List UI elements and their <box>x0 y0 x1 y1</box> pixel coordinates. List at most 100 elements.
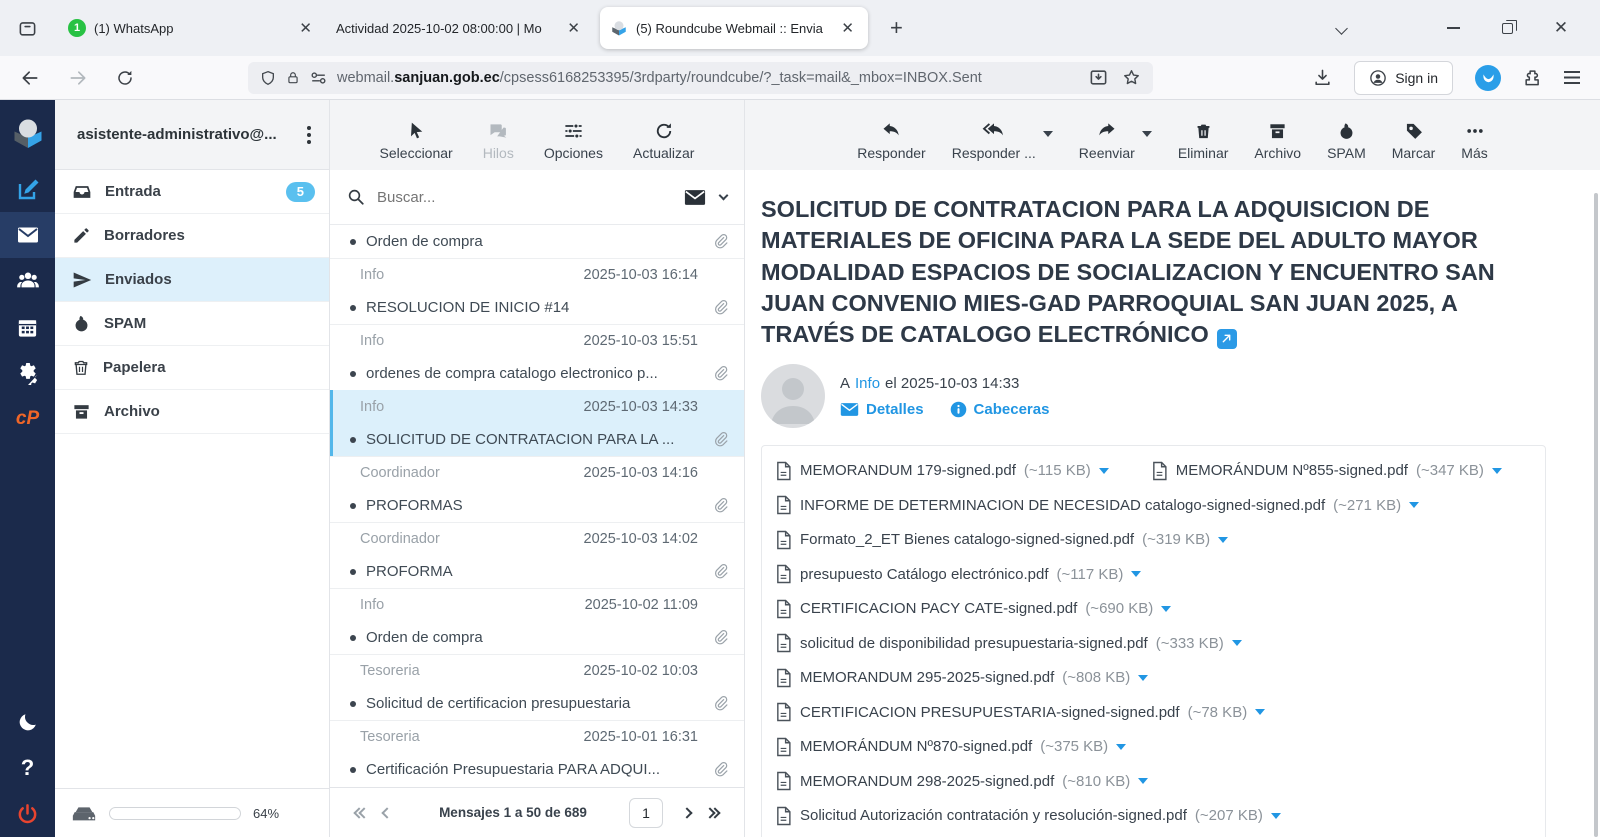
delete-button[interactable]: Eliminar <box>1178 121 1229 161</box>
folder-archivo[interactable]: Archivo <box>55 390 329 434</box>
threads-button[interactable]: Hilos <box>483 121 514 161</box>
url-bar[interactable]: webmail.sanjuan.gob.ec/cpsess6168253395/… <box>248 62 1153 94</box>
lock-icon[interactable] <box>286 70 300 86</box>
reply-button[interactable]: Responder <box>857 121 926 161</box>
recipient-link[interactable]: Info <box>855 375 880 392</box>
attachment-item[interactable]: solicitud de disponibilidad presupuestar… <box>775 626 1242 661</box>
bookmark-star-icon[interactable] <box>1122 68 1141 87</box>
attachment-item[interactable]: MEMORÁNDUM Nº870-signed.pdf(~375 KB) <box>775 729 1126 764</box>
next-page-icon[interactable] <box>686 809 691 817</box>
forward-button[interactable]: Reenviar <box>1079 121 1135 161</box>
shield-icon[interactable] <box>260 70 276 86</box>
refresh-button[interactable]: Actualizar <box>633 121 694 161</box>
message-row[interactable]: Info2025-10-02 11:09 Orden de compra <box>330 588 744 654</box>
attachment-menu-icon[interactable] <box>1138 778 1148 784</box>
extensions-icon[interactable] <box>1523 68 1542 87</box>
search-options-chevron-icon[interactable] <box>719 191 729 201</box>
save-page-icon[interactable] <box>1089 68 1108 87</box>
scrollbar[interactable] <box>1594 193 1598 837</box>
message-row[interactable]: Coordinador2025-10-03 14:16 PROFORMAS <box>330 456 744 522</box>
nav-contacts[interactable] <box>0 258 55 304</box>
url-text[interactable]: webmail.sanjuan.gob.ec/cpsess6168253395/… <box>337 70 982 86</box>
message-row[interactable]: Tesoreria2025-10-02 10:03 Solicitud de c… <box>330 654 744 720</box>
attachment-item[interactable]: CERTIFICACION PACY CATE-signed.pdf(~690 … <box>775 591 1171 626</box>
close-tab-icon[interactable]: ✕ <box>563 19 584 37</box>
close-tab-icon[interactable]: ✕ <box>295 19 316 37</box>
folder-borradores[interactable]: Borradores <box>55 214 329 258</box>
mark-button[interactable]: Marcar <box>1392 121 1436 161</box>
nav-settings[interactable] <box>0 350 55 396</box>
folder-entrada[interactable]: Entrada 5 <box>55 170 329 214</box>
close-tab-icon[interactable]: ✕ <box>837 19 858 37</box>
attachment-item[interactable]: presupuesto Catálogo electrónico.pdf(~11… <box>775 557 1141 592</box>
attachment-item[interactable]: MEMORANDUM 179-signed.pdf(~115 KB) <box>775 453 1109 488</box>
compose-button[interactable] <box>0 166 55 212</box>
folder-enviados[interactable]: Enviados <box>55 258 329 302</box>
attachment-menu-icon[interactable] <box>1099 468 1109 474</box>
last-page-icon[interactable] <box>709 809 719 817</box>
restore-window-button[interactable] <box>1490 13 1524 43</box>
dark-mode-icon[interactable] <box>0 699 55 745</box>
message-row-selected[interactable]: Info2025-10-03 14:33 SOLICITUD DE CONTRA… <box>330 390 744 456</box>
nav-calendar[interactable] <box>0 304 55 350</box>
search-bar[interactable] <box>330 170 744 225</box>
search-input[interactable] <box>377 189 672 206</box>
attachment-menu-icon[interactable] <box>1138 675 1148 681</box>
downloads-icon[interactable] <box>1313 68 1332 87</box>
list-all-tabs-icon[interactable] <box>1335 22 1348 35</box>
archive-button[interactable]: Archivo <box>1254 121 1301 161</box>
attachment-menu-icon[interactable] <box>1218 537 1228 543</box>
page-number-input[interactable]: 1 <box>629 798 663 828</box>
headers-link[interactable]: Cabeceras <box>950 401 1050 418</box>
first-page-icon[interactable] <box>355 809 365 817</box>
message-row[interactable]: Tesoreria2025-10-01 16:31 Certificación … <box>330 720 744 786</box>
options-button[interactable]: Opciones <box>544 121 603 161</box>
message-row[interactable]: Info2025-10-03 16:14 RESOLUCION DE INICI… <box>330 258 744 324</box>
select-button[interactable]: Seleccionar <box>380 121 453 161</box>
attachment-menu-icon[interactable] <box>1271 813 1281 819</box>
external-link-icon[interactable] <box>1217 329 1237 349</box>
attachment-item[interactable]: MEMORANDUM 298-2025-signed.pdf(~810 KB) <box>775 764 1148 799</box>
firefox-account-icon[interactable] <box>1475 65 1501 91</box>
account-menu-icon[interactable] <box>307 126 311 130</box>
nav-cpanel[interactable]: cP <box>0 396 55 442</box>
attachment-menu-icon[interactable] <box>1255 709 1265 715</box>
prev-page-icon[interactable] <box>383 809 388 817</box>
folder-papelera[interactable]: Papelera <box>55 346 329 390</box>
attachment-item[interactable]: Formato_2_ET Bienes catalogo-signed-sign… <box>775 522 1228 557</box>
spam-button[interactable]: SPAM <box>1327 121 1366 161</box>
new-tab-button[interactable]: + <box>874 15 919 41</box>
attachment-item[interactable]: Solicitud Autorización contratación y re… <box>775 798 1281 833</box>
close-window-button[interactable]: ✕ <box>1544 13 1578 43</box>
more-button[interactable]: Más <box>1461 121 1487 161</box>
folder-spam[interactable]: SPAM <box>55 302 329 346</box>
search-scope-mail-icon[interactable] <box>684 189 706 206</box>
account-header[interactable]: asistente-administrativo@... <box>55 100 329 170</box>
minimize-button[interactable] <box>1436 13 1470 43</box>
permissions-icon[interactable] <box>310 71 327 85</box>
attachment-menu-icon[interactable] <box>1409 502 1419 508</box>
help-icon[interactable]: ? <box>0 745 55 791</box>
attachment-menu-icon[interactable] <box>1492 468 1502 474</box>
tab-whatsapp[interactable]: 1 (1) WhatsApp ✕ <box>58 7 326 49</box>
attachment-item[interactable]: CERTIFICACION PRESUPUESTARIA-signed-sign… <box>775 695 1265 730</box>
reply-all-button[interactable]: Responder ... <box>952 121 1036 161</box>
back-icon[interactable] <box>20 68 40 88</box>
attachment-item[interactable]: INFORME DE DETERMINACION DE NECESIDAD ca… <box>775 488 1419 523</box>
sign-in-button[interactable]: Sign in <box>1354 61 1453 95</box>
details-link[interactable]: Detalles <box>840 401 924 418</box>
tab-actividad[interactable]: Actividad 2025-10-02 08:00:00 | Mo ✕ <box>326 7 594 49</box>
attachment-menu-icon[interactable] <box>1131 571 1141 577</box>
tab-roundcube-active[interactable]: (5) Roundcube Webmail :: Envia ✕ <box>600 7 868 49</box>
logout-icon[interactable] <box>0 791 55 837</box>
message-row[interactable]: Info2025-10-03 15:51 ordenes de compra c… <box>330 324 744 390</box>
message-row-partial[interactable]: Orden de compra <box>330 225 744 258</box>
attachment-menu-icon[interactable] <box>1232 640 1242 646</box>
attachment-item[interactable]: MEMORÁNDUM Nº855-signed.pdf(~347 KB) <box>1151 453 1502 488</box>
reply-all-dropdown-icon[interactable] <box>1043 131 1053 137</box>
forward-dropdown-icon[interactable] <box>1142 131 1152 137</box>
menu-icon[interactable] <box>1564 71 1580 84</box>
reload-icon[interactable] <box>116 69 134 87</box>
firefox-view-icon[interactable] <box>10 11 44 45</box>
nav-mail[interactable] <box>0 212 55 258</box>
